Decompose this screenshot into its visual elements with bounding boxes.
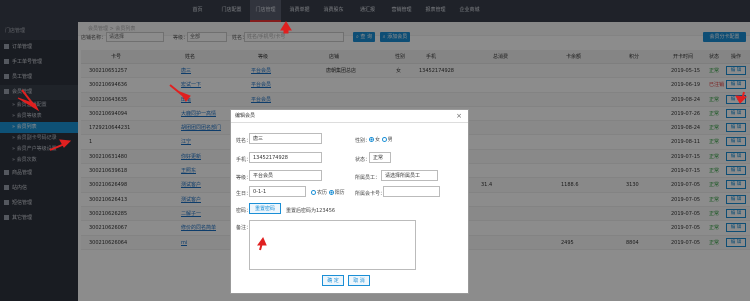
arrow-top-nav [280, 21, 292, 34]
arrow-name-link [178, 90, 191, 102]
annotation-arrows [17, 21, 748, 251]
arrow-sidebar-member-line [21, 89, 37, 109]
arrow-reset-password [257, 236, 267, 246]
arrow-edit-button [735, 95, 748, 104]
